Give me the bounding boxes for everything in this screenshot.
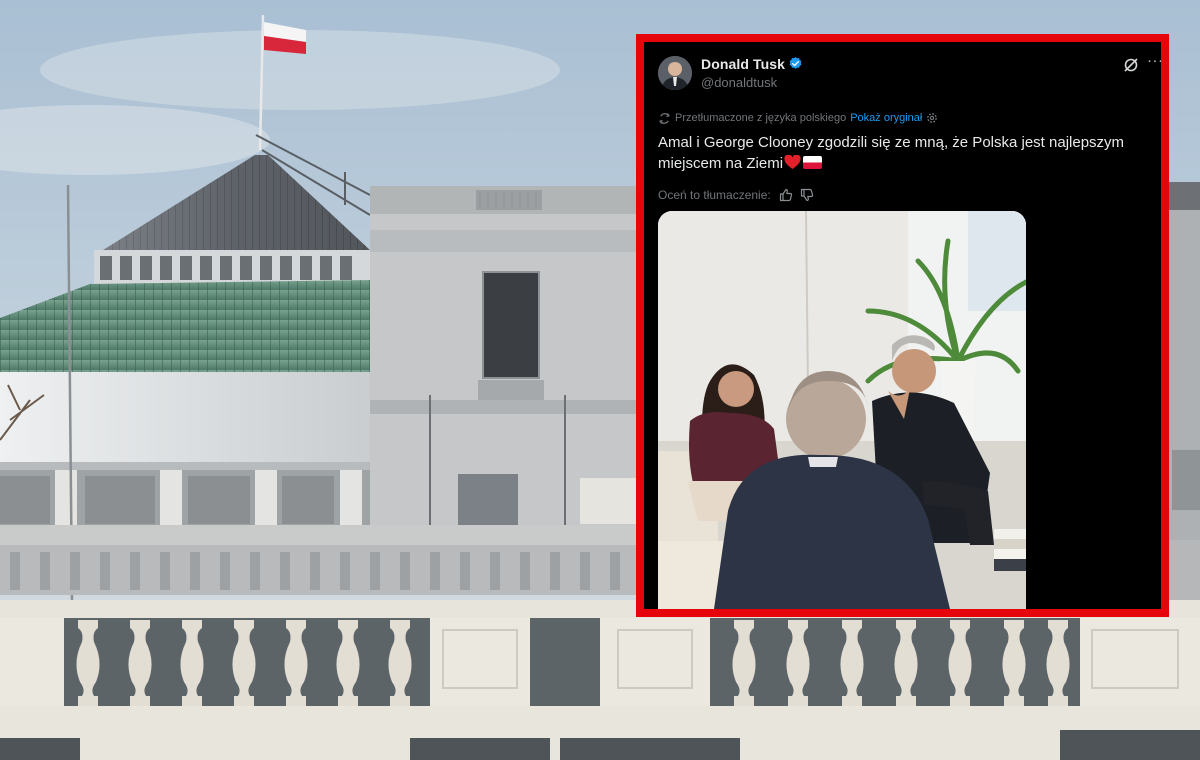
grok-icon[interactable]: [1123, 57, 1139, 73]
tweet-text-line2: miejscem na Ziemi: [658, 155, 784, 172]
red-heart-icon: [784, 155, 801, 169]
rate-translation-row: Oceń to tłumaczenie:: [658, 187, 814, 203]
more-icon[interactable]: ···: [1147, 53, 1161, 69]
tweet-photo[interactable]: [658, 211, 1026, 609]
tweet-card: Donald Tusk @donaldtusk ··· Przetłumaczo…: [644, 42, 1161, 609]
translation-info: Przetłumaczone z języka polskiego Pokaż …: [658, 111, 938, 125]
tweet-highlight-frame: Donald Tusk @donaldtusk ··· Przetłumaczo…: [636, 34, 1169, 617]
thumbs-down-icon[interactable]: [800, 188, 814, 202]
gear-icon[interactable]: [926, 112, 938, 124]
author-avatar[interactable]: [658, 56, 692, 90]
rate-translation-label: Oceń to tłumaczenie:: [658, 188, 771, 202]
show-original-link[interactable]: Pokaż oryginał: [850, 112, 922, 124]
verified-badge-icon: [789, 56, 802, 69]
translate-icon: [659, 112, 670, 124]
author-name[interactable]: Donald Tusk: [701, 56, 785, 72]
translation-note: Przetłumaczone z języka polskiego: [675, 112, 847, 124]
author-handle[interactable]: @donaldtusk: [701, 75, 777, 90]
thumbs-up-icon[interactable]: [779, 188, 793, 202]
poland-flag-icon: [803, 156, 823, 169]
tweet-text: Amal i George Clooney zgodzili się ze mn…: [658, 132, 1148, 174]
tweet-text-line1: Amal i George Clooney zgodzili się ze mn…: [658, 134, 1125, 151]
meeting-photo-illustration: [658, 211, 1026, 609]
